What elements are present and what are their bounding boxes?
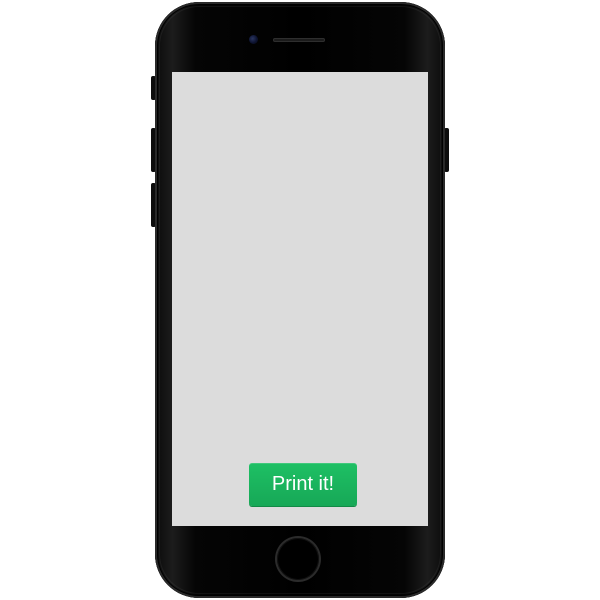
- front-camera-icon: [249, 35, 258, 44]
- phone-screen: [172, 72, 428, 526]
- earpiece-speaker: [273, 38, 325, 42]
- stage: Print it!: [0, 0, 600, 600]
- print-button[interactable]: Print it!: [249, 463, 357, 506]
- home-button[interactable]: [277, 538, 319, 580]
